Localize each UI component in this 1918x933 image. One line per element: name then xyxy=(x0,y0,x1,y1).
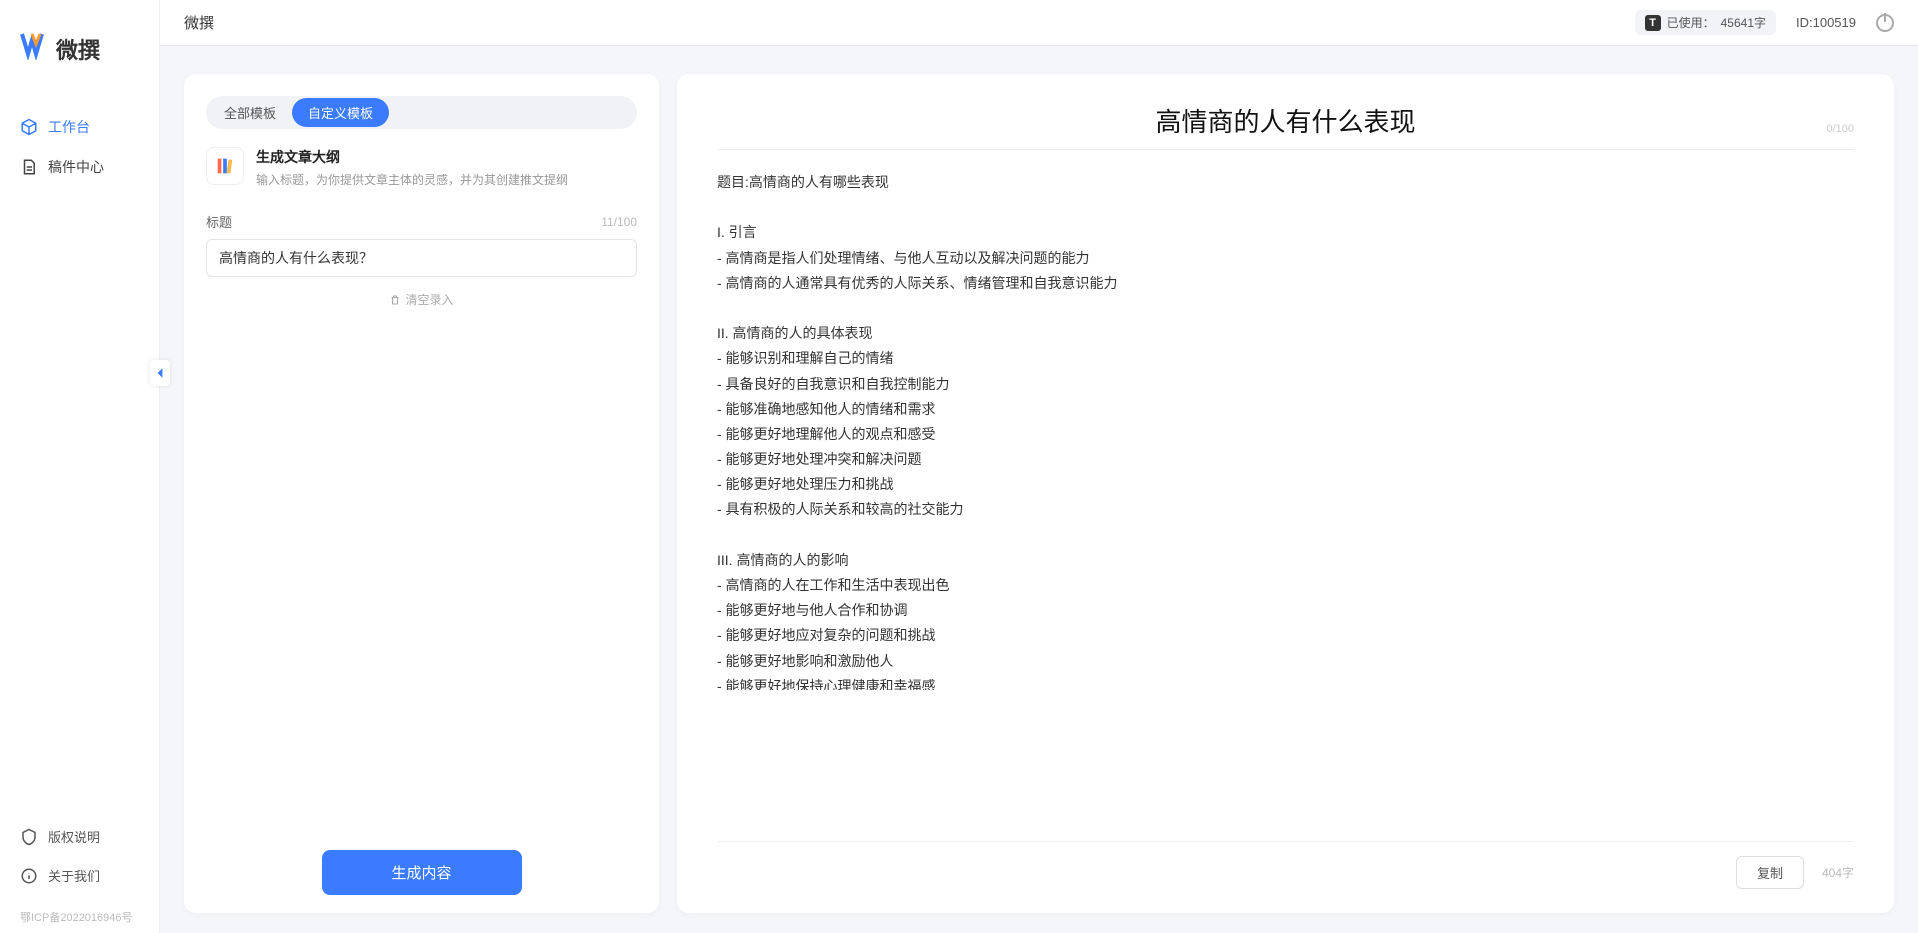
sidebar-item-label: 版权说明 xyxy=(48,827,100,846)
output-title-row: 高情商的人有什么表现 0/100 xyxy=(717,102,1854,139)
books-icon xyxy=(214,155,236,177)
title-counter: 11/100 xyxy=(601,215,637,229)
logo: 微撰 xyxy=(0,0,159,107)
sidebar-item-drafts[interactable]: 稿件中心 xyxy=(0,147,159,187)
logo-icon xyxy=(20,30,50,67)
title-field-header: 标题 11/100 xyxy=(206,212,637,231)
output-title: 高情商的人有什么表现 xyxy=(717,102,1854,139)
input-panel-footer: 生成内容 xyxy=(206,830,637,895)
topbar-right: T 已使用： 45641字 ID:100519 xyxy=(1635,10,1894,35)
logo-text: 微撰 xyxy=(56,33,100,65)
workspace: 全部模板 自定义模板 生成文章大纲 输入标题，为你提供文章主体的灵感，并为其创建… xyxy=(160,46,1918,933)
sidebar-item-label: 稿件中心 xyxy=(48,157,104,177)
icp-footer: 鄂ICP备2022016946号 xyxy=(0,905,159,933)
main: 微撰 T 已使用： 45641字 ID:100519 全部模板 自定义模板 xyxy=(160,0,1918,933)
t-badge-icon: T xyxy=(1645,15,1661,31)
sidebar-item-workbench[interactable]: 工作台 xyxy=(0,107,159,147)
template-title: 生成文章大纲 xyxy=(256,147,568,167)
template-info: 生成文章大纲 输入标题，为你提供文章主体的灵感，并为其创建推文提纲 xyxy=(256,147,568,188)
output-body[interactable]: 题目:高情商的人有哪些表现 I. 引言 - 高情商是指人们处理情绪、与他人互动以… xyxy=(717,170,1854,690)
user-id: ID:100519 xyxy=(1796,15,1856,30)
sidebar-item-copyright[interactable]: 版权说明 xyxy=(0,817,159,856)
page-title: 微撰 xyxy=(184,12,214,33)
chevron-left-icon xyxy=(154,367,166,379)
word-count: 404字 xyxy=(1822,864,1854,881)
usage-value: 45641字 xyxy=(1721,14,1766,31)
trash-icon xyxy=(389,294,401,306)
sidebar-collapse-button[interactable] xyxy=(150,360,170,386)
title-label: 标题 xyxy=(206,212,232,231)
sidebar-bottom: 版权说明 关于我们 xyxy=(0,817,159,905)
output-footer: 复制 404字 xyxy=(717,841,1854,889)
output-divider xyxy=(717,149,1854,150)
shield-icon xyxy=(20,828,38,846)
generate-button[interactable]: 生成内容 xyxy=(322,850,522,895)
usage-prefix: 已使用： xyxy=(1667,14,1715,31)
power-icon[interactable] xyxy=(1876,14,1894,32)
template-card: 生成文章大纲 输入标题，为你提供文章主体的灵感，并为其创建推文提纲 xyxy=(206,147,637,188)
sidebar-item-label: 关于我们 xyxy=(48,866,100,885)
input-panel: 全部模板 自定义模板 生成文章大纲 输入标题，为你提供文章主体的灵感，并为其创建… xyxy=(184,74,659,913)
tab-custom-templates[interactable]: 自定义模板 xyxy=(292,98,389,127)
topbar: 微撰 T 已使用： 45641字 ID:100519 xyxy=(160,0,1918,46)
tab-all-templates[interactable]: 全部模板 xyxy=(208,98,292,127)
clear-label: 清空录入 xyxy=(405,291,453,308)
cube-icon xyxy=(20,118,38,136)
template-tabs: 全部模板 自定义模板 xyxy=(206,96,637,129)
sidebar-item-label: 工作台 xyxy=(48,117,90,137)
usage-pill[interactable]: T 已使用： 45641字 xyxy=(1635,10,1776,35)
clear-input-button[interactable]: 清空录入 xyxy=(206,291,637,308)
template-icon xyxy=(206,147,244,185)
output-panel: 高情商的人有什么表现 0/100 题目:高情商的人有哪些表现 I. 引言 - 高… xyxy=(677,74,1894,913)
template-desc: 输入标题，为你提供文章主体的灵感，并为其创建推文提纲 xyxy=(256,171,568,188)
document-icon xyxy=(20,158,38,176)
nav-list: 工作台 稿件中心 xyxy=(0,107,159,817)
sidebar-item-about[interactable]: 关于我们 xyxy=(0,856,159,895)
info-icon xyxy=(20,867,38,885)
sidebar: 微撰 工作台 稿件中心 版权说明 关于我们 鄂ICP备2022016946号 xyxy=(0,0,160,933)
output-title-counter: 0/100 xyxy=(1826,123,1854,135)
title-input[interactable] xyxy=(206,239,637,277)
copy-button[interactable]: 复制 xyxy=(1736,856,1804,889)
